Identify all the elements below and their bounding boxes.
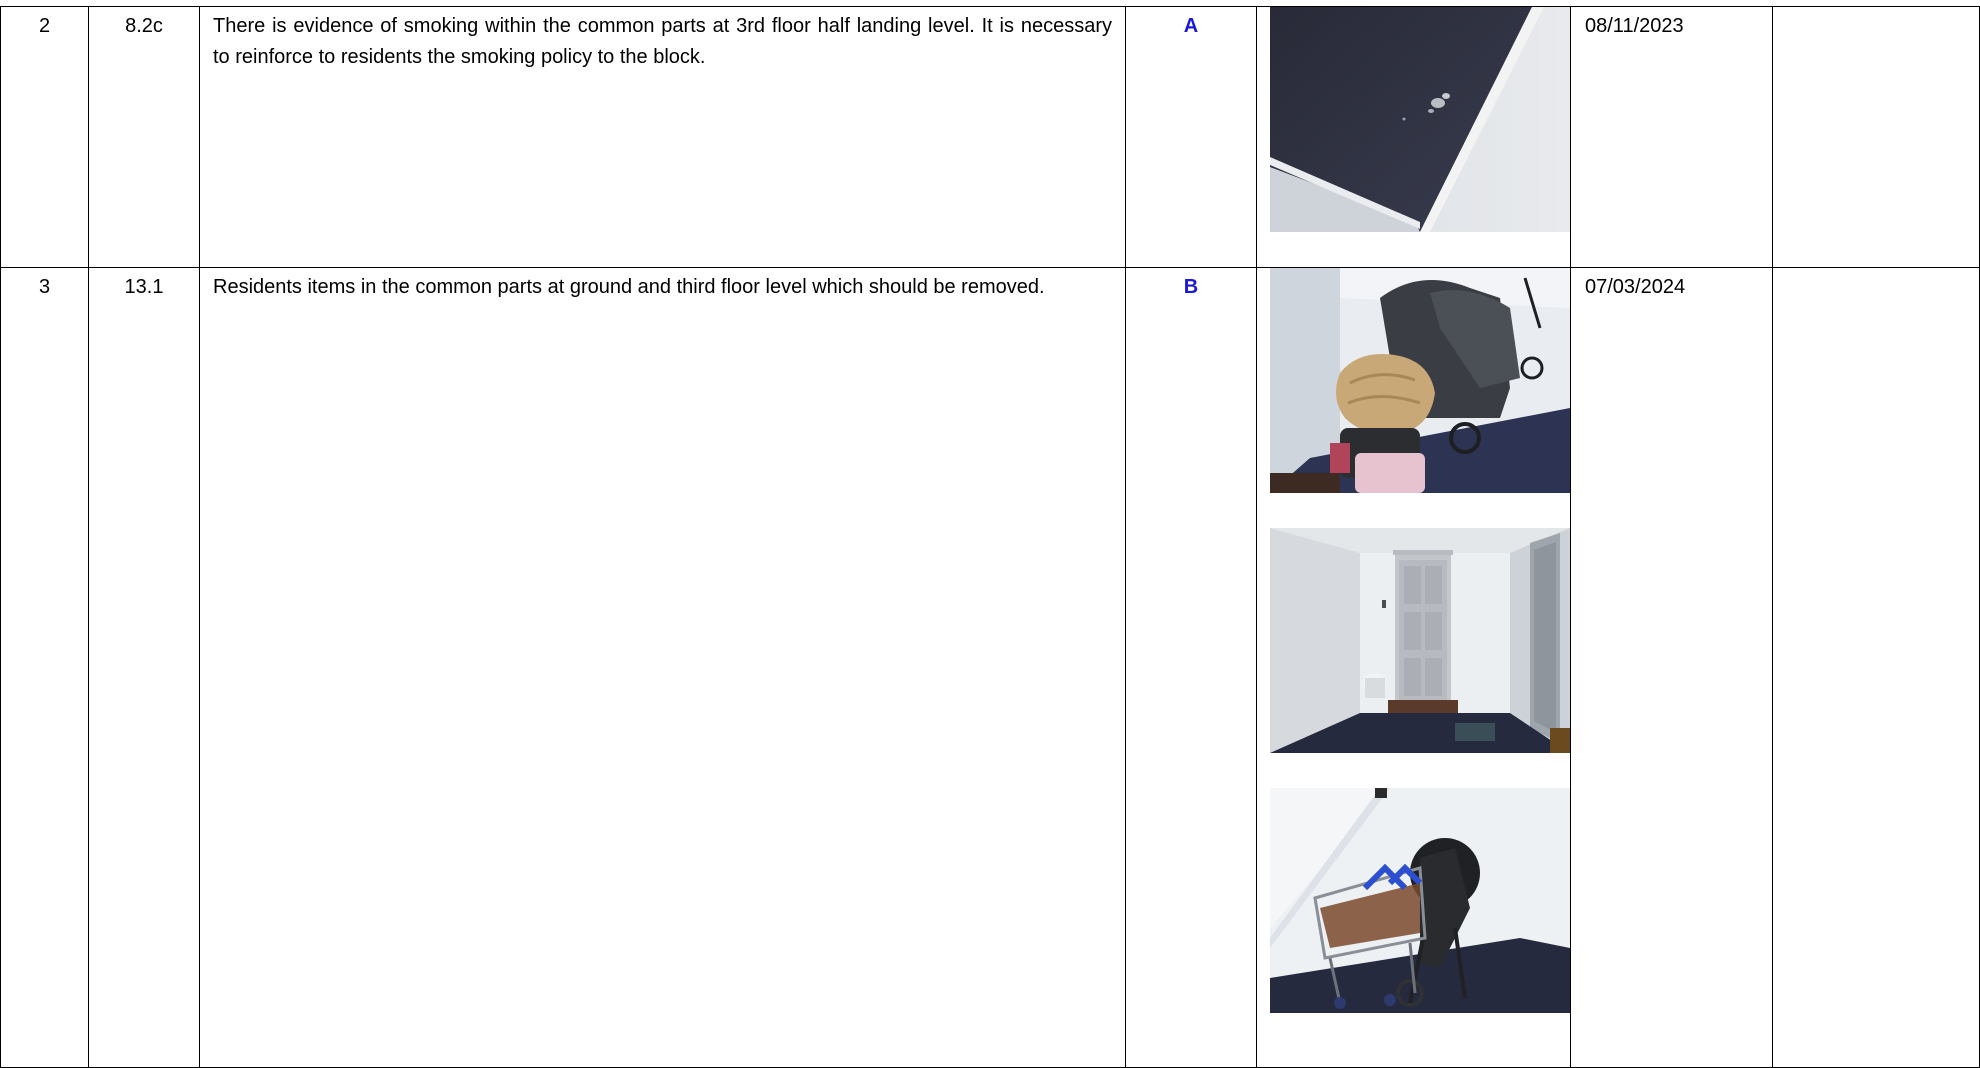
date-cell: 07/03/2024 — [1570, 267, 1773, 1068]
report-page: 2 8.2c There is evidence of smoking with… — [0, 0, 1980, 1068]
photo-cell — [1256, 267, 1571, 1068]
description-cell: Residents items in the common parts at g… — [199, 267, 1126, 1068]
item-number: 3 — [0, 267, 89, 1068]
table-row: 2 8.2c There is evidence of smoking with… — [0, 6, 1980, 268]
risk-assessment-table: 2 8.2c There is evidence of smoking with… — [0, 6, 1980, 1068]
item-number: 2 — [0, 6, 89, 268]
photo-cell — [1256, 6, 1571, 268]
priority-cell: B — [1125, 267, 1257, 1068]
priority-cell: A — [1125, 6, 1257, 268]
reference-cell: 13.1 — [88, 267, 200, 1068]
description-cell: There is evidence of smoking within the … — [199, 6, 1126, 268]
shopping-trolley-pram-photo[interactable] — [1270, 788, 1570, 1013]
pushchair-and-coat-photo[interactable] — [1270, 268, 1570, 493]
reference-cell: 8.2c — [88, 6, 200, 268]
carpet-corner-burn-photo[interactable] — [1270, 7, 1570, 232]
date-cell: 08/11/2023 — [1570, 6, 1773, 268]
corridor-door-photo[interactable] — [1270, 528, 1570, 753]
completed-cell — [1772, 267, 1980, 1068]
table-row: 3 13.1 Residents items in the common par… — [0, 267, 1980, 1068]
completed-cell — [1772, 6, 1980, 268]
